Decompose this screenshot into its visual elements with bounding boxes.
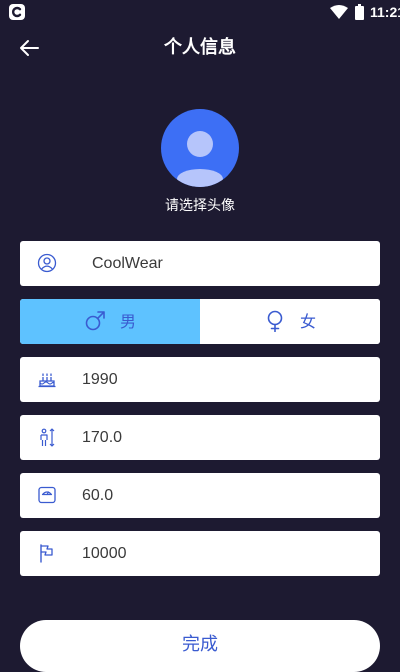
default-person-avatar <box>177 131 223 187</box>
wifi-icon <box>330 5 348 19</box>
height-measure-icon <box>40 428 55 447</box>
gender-male-option[interactable]: 男 <box>20 299 200 344</box>
gender-selector: 男 女 <box>20 299 380 344</box>
step-goal-value: 10000 <box>82 545 127 562</box>
back-button[interactable] <box>16 36 44 60</box>
gender-female-label: 女 <box>300 312 317 331</box>
scale-icon <box>38 486 56 504</box>
page-title: 个人信息 <box>164 37 236 58</box>
nickname-field[interactable]: CoolWear <box>20 241 380 286</box>
status-time: 11:21 <box>370 4 400 20</box>
user-circle-icon <box>37 253 57 273</box>
birth-year-value: 1990 <box>82 371 118 388</box>
gender-male-label: 男 <box>120 312 137 331</box>
done-button-label: 完成 <box>182 634 218 655</box>
step-goal-field[interactable]: 10000 <box>20 531 380 576</box>
nickname-value: CoolWear <box>92 255 163 272</box>
height-field[interactable]: 170.0 <box>20 415 380 460</box>
weight-field[interactable]: 60.0 <box>20 473 380 518</box>
battery-icon <box>355 4 364 20</box>
height-value: 170.0 <box>82 429 123 446</box>
done-button[interactable]: 完成 <box>20 620 380 672</box>
avatar-caption[interactable]: 请选择头像 <box>0 195 400 217</box>
carrier-logo-icon <box>9 4 25 20</box>
birth-year-field[interactable]: 1990 <box>20 357 380 402</box>
gender-female-option[interactable]: 女 <box>200 299 380 344</box>
birthday-cake-icon <box>38 373 56 388</box>
status-bar: 11:21 <box>0 0 400 24</box>
female-symbol-icon <box>267 310 283 332</box>
flag-icon <box>40 544 53 563</box>
weight-value: 60.0 <box>82 487 114 504</box>
avatar-picker[interactable] <box>161 109 239 187</box>
arrow-left-icon <box>20 40 39 56</box>
male-symbol-icon <box>85 311 105 331</box>
app-bar: 个人信息 <box>0 28 400 68</box>
